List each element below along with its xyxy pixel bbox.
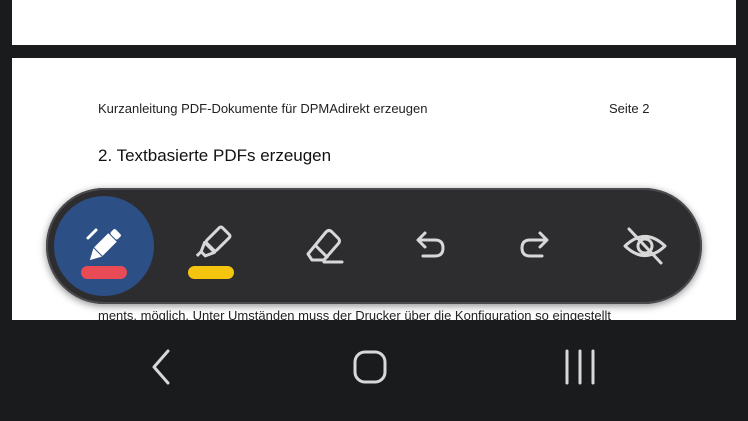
- undo-button[interactable]: [379, 196, 479, 296]
- section-heading: 2. Textbasierte PDFs erzeugen: [98, 146, 332, 165]
- eraser-icon: [300, 222, 348, 270]
- hide-toolbar-button[interactable]: [595, 196, 695, 296]
- home-button[interactable]: [340, 344, 400, 394]
- highlighter-color-swatch: [188, 266, 234, 279]
- recent-apps-button[interactable]: [550, 344, 610, 394]
- page-number-label: Seite 2: [609, 101, 650, 116]
- body-text-line: ments, möglich. Unter Umständen muss der…: [98, 308, 612, 320]
- eye-off-icon: [620, 221, 670, 271]
- undo-icon: [409, 226, 449, 266]
- back-icon: [146, 347, 176, 392]
- annotation-toolbar: [46, 188, 702, 304]
- home-icon: [352, 349, 388, 390]
- previous-page: [12, 0, 736, 45]
- pen-tool-button[interactable]: [54, 196, 154, 296]
- back-button[interactable]: [131, 344, 191, 394]
- highlighter-tool-button[interactable]: [161, 196, 261, 296]
- pen-color-swatch: [81, 266, 127, 279]
- system-navigation-bar: [0, 320, 748, 421]
- redo-icon: [516, 226, 556, 266]
- pen-icon: [82, 224, 126, 268]
- highlighter-icon: [188, 223, 234, 269]
- page-header-title: Kurzanleitung PDF-Dokumente für DPMAdire…: [98, 101, 428, 116]
- eraser-tool-button[interactable]: [274, 196, 374, 296]
- redo-button[interactable]: [486, 196, 586, 296]
- recent-apps-icon: [562, 349, 598, 390]
